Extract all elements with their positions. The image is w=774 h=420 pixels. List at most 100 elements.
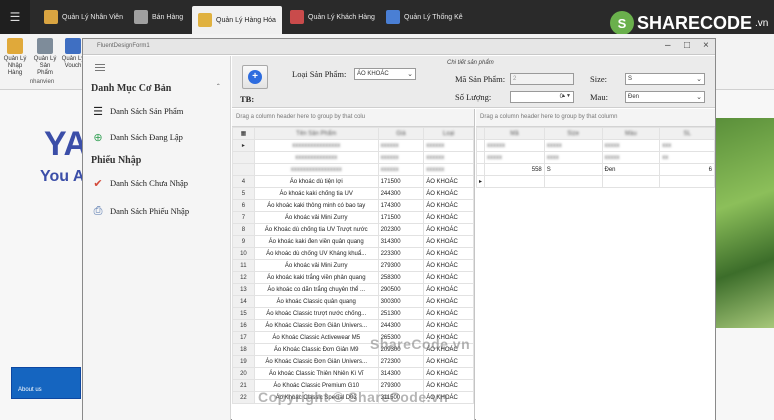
row-indicator-header (475, 127, 486, 140)
row-number: 11 (232, 259, 255, 272)
add-button[interactable]: + (242, 65, 268, 89)
table-row[interactable]: 4 Áo khoác dù tiện lợi 171500 ÁO KHOÁC (232, 175, 474, 188)
tab-quan-ly-khach-hang[interactable]: Quản Lý Khách Hàng (284, 6, 381, 28)
header-row: Mã Size Màu SL (475, 127, 715, 140)
column-header[interactable]: Size (543, 127, 603, 140)
product-grid[interactable]: Drag a column header here to group by th… (232, 109, 475, 420)
cell-product-name: Áo Khoác Classic Đơn Giản M9 (253, 343, 379, 356)
so-luong-stepper[interactable]: 0 ▲▼ (510, 91, 574, 103)
column-header[interactable]: Mã (484, 127, 545, 140)
table-row[interactable]: 8 Áo Khoác dù chống tia UV Trượt nước 2023… (232, 223, 474, 236)
blurred-cell: xxxxx (543, 139, 603, 152)
table-row[interactable]: 5 Áo khoác kaki chống tia UV 244300 ÁO KHOÁ… (232, 187, 474, 200)
tab-quan-ly-hang-hoa[interactable]: Quản Lý Hàng Hóa (192, 6, 282, 34)
about-us-tile[interactable]: About us (11, 367, 81, 399)
tab-ban-hang[interactable]: Bán Hàng (128, 6, 189, 28)
table-row[interactable]: 16 Áo Khoác Classic Đơn Giản Univers... 24… (232, 319, 474, 332)
table-row[interactable]: 15 Áo khoác Classic trượt nước chống... 25… (232, 307, 474, 320)
form-title-bar: FluentDesignForm1 – □ × (83, 39, 715, 55)
table-row[interactable]: xxxxx xxxx xxxxx xx (475, 151, 715, 164)
tb-label: TB: (240, 94, 255, 104)
san-pham-button[interactable]: Quản Lý Sản Phẩm (32, 38, 58, 77)
maximize-icon[interactable]: □ (684, 40, 690, 51)
detail-grid[interactable]: Drag a column header here to group by th… (475, 109, 715, 420)
sidebar-item-danh-sach-phieu-nhap[interactable]: ⎙ Danh Sách Phiếu Nhập (91, 201, 190, 221)
column-header[interactable]: Giá (377, 127, 425, 140)
table-row[interactable]: ▸ xxxxxxxxxxxxxxxx xxxxxx xxxxxx (232, 139, 474, 152)
cell-type: ÁO KHOÁC (423, 223, 474, 236)
cell-price: 272300 (377, 355, 425, 368)
cell-product-name: Áo Khoác Classic Đơn Giản Univers... (253, 319, 379, 332)
cell-qty: 6 (659, 163, 715, 176)
cell-product-name: Áo khoác dù tiện lợi (253, 175, 379, 188)
cell-product-name: Áo khoác Classic trượt nước chống... (253, 307, 379, 320)
cell-color: Đen (601, 163, 661, 176)
table-row[interactable]: xxxxxx xxxxx xxxxx xxx (475, 139, 715, 152)
table-row[interactable]: 19 Áo Khoác Classic Đơn Giản Univers... 27… (232, 355, 474, 368)
table-row[interactable]: 20 Áo khoác Classic Thiên Nhiên Kì Vĩ 3143… (232, 367, 474, 380)
collapse-chevron-icon[interactable]: ˆ (217, 83, 220, 92)
row-number: 20 (232, 367, 255, 380)
cell-price: 314300 (377, 367, 425, 380)
sidebar-item-danh-sach-dang-lap[interactable]: ⊕ Danh Sách Đang Lập (91, 127, 183, 147)
mau-label: Mau: (590, 92, 608, 102)
app-menu-button[interactable]: ☰ (0, 0, 30, 34)
close-icon[interactable]: × (703, 40, 709, 51)
table-row[interactable]: 11 Áo khoác vải Mini Zurry 279300 ÁO KHOÁC (232, 259, 474, 272)
cell-price: 279300 (377, 259, 425, 272)
tab-label: Quản Lý Hàng Hóa (216, 16, 276, 24)
row-number: 12 (232, 271, 255, 284)
row-number: 14 (232, 295, 255, 308)
empty-cell (601, 175, 661, 188)
cell-product-name: Áo khoác kaki chống tia UV (253, 187, 379, 200)
logo-text: SHARECODE (637, 12, 753, 33)
sidebar-item-danh-sach-chua-nhap[interactable]: ✔ Danh Sách Chưa Nhập (91, 173, 188, 193)
nhap-hang-button[interactable]: Quản Lý Nhập Hàng (2, 38, 28, 77)
table-row[interactable]: xxxxxxxxxxxxxxxxx xxxxxx xxxxxx (232, 163, 474, 176)
column-header[interactable]: Loại (423, 127, 474, 140)
table-row[interactable]: 13 Áo khoác co dãn trắng chuyên thể ... 29… (232, 283, 474, 296)
size-combo[interactable]: S ⌄ (625, 73, 705, 85)
spin-arrows-icon[interactable]: ▲▼ (561, 93, 571, 99)
table-row[interactable]: 7 Áo khoác vải Mini Zurry 171500 ÁO KHOÁC (232, 211, 474, 224)
sidebar-item-label: Danh Sách Sản Phẩm (110, 106, 184, 116)
blurred-cell: xxxxxx (423, 139, 474, 152)
mau-combo[interactable]: Đen ⌄ (625, 91, 705, 103)
cell-type: ÁO KHOÁC (423, 211, 474, 224)
cell-type: ÁO KHOÁC (423, 259, 474, 272)
checklist-icon: ✔ (93, 177, 103, 190)
column-header[interactable]: Màu (601, 127, 661, 140)
tab-quan-ly-nhan-vien[interactable]: Quản Lý Nhân Viên (38, 6, 129, 28)
sales-icon (134, 10, 148, 24)
sidebar-item-danh-sach-san-pham[interactable]: ☰ Danh Sách Sản Phẩm (91, 101, 183, 121)
column-header[interactable]: Tên Sản Phẩm (253, 127, 379, 140)
table-row[interactable]: 14 Áo khoác Classic quân quang 300300 ÁO KH… (232, 295, 474, 308)
new-row[interactable]: ▸ (475, 175, 715, 188)
group-danh-muc-co-ban[interactable]: Danh Mục Cơ Bản (91, 83, 171, 94)
table-row[interactable]: 12 Áo khoác kaki trắng viền phản quang 258… (232, 271, 474, 284)
combo-value: Đen (628, 94, 640, 100)
tab-label: Quản Lý Nhân Viên (62, 13, 123, 21)
ma-san-pham-field[interactable]: 2 (510, 73, 574, 85)
cell-product-name: Áo khoác Classic Thiên Nhiên Kì Vĩ (253, 367, 379, 380)
cell-price: 258300 (377, 271, 425, 284)
cell-type: ÁO KHOÁC (423, 175, 474, 188)
minimize-icon[interactable]: – (665, 40, 671, 51)
table-row[interactable]: 9 Áo khoác kaki đen viền quân quang 314300… (232, 235, 474, 248)
cell-price: 223300 (377, 247, 425, 260)
table-row[interactable]: 558 S Đen 6 (475, 163, 715, 176)
tab-quan-ly-thong-ke[interactable]: Quản Lý Thống Kê (380, 6, 469, 28)
group-phieu-nhap[interactable]: Phiếu Nhập (91, 155, 141, 166)
table-row[interactable]: 10 Áo khoác dù chống UV Kháng khuẩ... 2233… (232, 247, 474, 260)
cell-price: 244300 (377, 187, 425, 200)
employees-icon (44, 10, 58, 24)
chevron-down-icon: ⌄ (407, 71, 413, 78)
cell-price: 290500 (377, 283, 425, 296)
loai-san-pham-combo[interactable]: ÁO KHOÁC ⌄ (354, 68, 416, 80)
product-icon (37, 38, 53, 54)
hamburger-icon[interactable] (95, 64, 105, 73)
table-row[interactable]: 6 Áo khoác kaki thông minh có bao tay 1743… (232, 199, 474, 212)
table-row[interactable]: xxxxxxxxxxxxxx xxxxxx xxxxxx (232, 151, 474, 164)
cell-product-name: Áo khoác kaki thông minh có bao tay (253, 199, 379, 212)
column-header[interactable]: SL (659, 127, 715, 140)
